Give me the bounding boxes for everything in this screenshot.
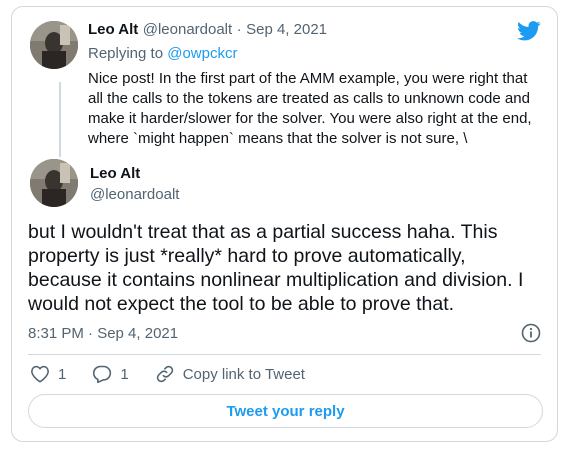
action-bar: 1 1 Copy link to Tweet <box>30 364 305 384</box>
copy-link-label: Copy link to Tweet <box>182 365 305 383</box>
main-author[interactable]: Leo Alt @leonardoalt <box>90 165 179 203</box>
text-line: where `might happen` means that the solv… <box>88 130 468 147</box>
text-line: Nice post! In the first part of the AMM … <box>88 70 528 87</box>
twitter-bird-icon[interactable] <box>517 21 541 41</box>
like-action[interactable]: 1 <box>30 365 66 383</box>
separator: · <box>236 21 242 38</box>
tweet-timestamp[interactable]: 8:31 PM · Sep 4, 2021 <box>28 325 178 342</box>
avatar[interactable] <box>30 159 78 207</box>
replying-to: Replying to @owpckcr <box>88 45 237 62</box>
like-count: 1 <box>58 365 67 383</box>
author-name[interactable]: Leo Alt <box>88 21 138 38</box>
tweet-date[interactable]: Sep 4, 2021 <box>246 21 327 38</box>
replying-to-handle[interactable]: @owpckcr <box>167 45 237 62</box>
divider <box>28 354 541 355</box>
replying-to-label: Replying to <box>88 45 164 62</box>
author-handle[interactable]: @leonardoalt <box>90 186 179 203</box>
text-line: because it contains nonlinear multiplica… <box>28 269 524 291</box>
reply-count: 1 <box>120 365 129 383</box>
info-icon[interactable] <box>521 323 541 343</box>
text-line: would not expect the tool to be able to … <box>28 293 455 315</box>
heart-icon <box>31 365 49 383</box>
avatar[interactable] <box>30 21 78 69</box>
main-tweet-text: but I wouldn't treat that as a partial s… <box>28 220 548 316</box>
thread-connector-line <box>59 82 61 157</box>
text-line: but I wouldn't treat that as a partial s… <box>28 221 498 243</box>
reply-tweet-text: Nice post! In the first part of the AMM … <box>88 69 548 149</box>
tweet-your-reply-button[interactable]: Tweet your reply <box>28 394 543 428</box>
link-icon <box>156 365 173 383</box>
copy-link-action[interactable]: Copy link to Tweet <box>155 364 305 384</box>
text-line: all the calls to the tokens are treated … <box>88 90 530 107</box>
text-line: make it harder/slower for the solver. Yo… <box>88 110 532 127</box>
author-name[interactable]: Leo Alt <box>90 165 179 182</box>
text-line: property is just *really* hard to prove … <box>28 245 466 267</box>
reply-tweet-header: Leo Alt @leonardoalt · Sep 4, 2021 <box>88 21 327 39</box>
reply-action[interactable]: 1 <box>92 364 129 384</box>
tweet-card: Leo Alt @leonardoalt · Sep 4, 2021 Reply… <box>11 6 558 442</box>
reply-bubble-icon <box>93 365 112 384</box>
author-handle[interactable]: @leonardoalt <box>143 21 232 38</box>
